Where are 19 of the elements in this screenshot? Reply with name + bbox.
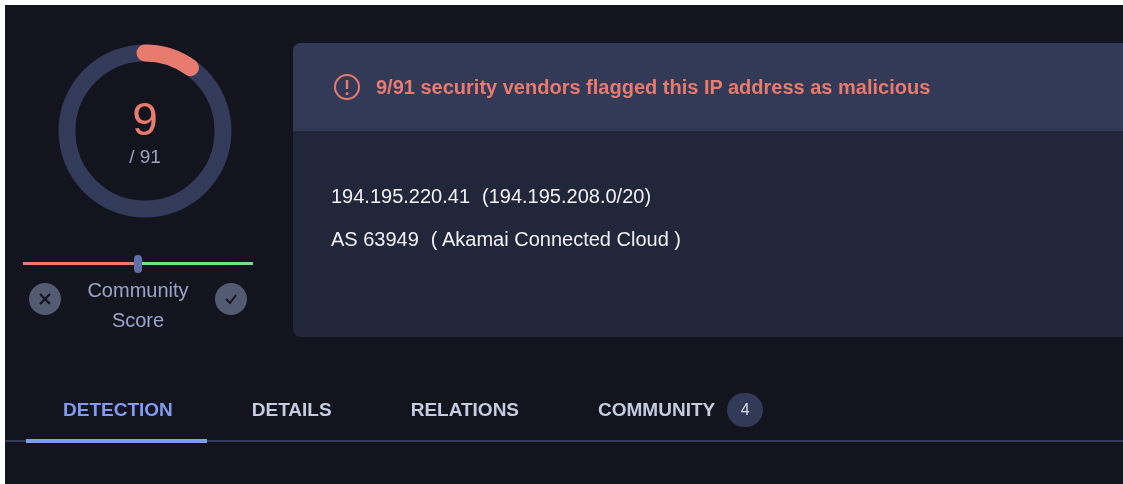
vendor-total: / 91 [129, 146, 161, 168]
alert-message: 9/91 security vendors flagged this IP address as malicious [376, 75, 931, 99]
count-badge: 4 [727, 393, 764, 427]
tab[interactable]: DETECTION [26, 391, 207, 443]
detail-note: (194.195.208.0/20) [482, 185, 652, 208]
warning-icon [333, 73, 361, 101]
checkmark-icon [224, 292, 238, 306]
detail-value: AS 63949 [331, 228, 419, 251]
upvote-button[interactable] [215, 283, 247, 315]
community-score-label: Community Score [86, 278, 190, 333]
tab[interactable]: COMMUNITY 4 [561, 391, 798, 443]
tab[interactable]: RELATIONS [373, 391, 554, 443]
downvote-button[interactable] [29, 283, 61, 315]
close-icon [38, 292, 52, 306]
detection-count: 9 [132, 94, 158, 144]
slider-thumb[interactable] [134, 255, 142, 273]
tab[interactable]: DETAILS [214, 391, 366, 443]
detail-value: 194.195.220.41 [331, 185, 471, 208]
detail-note: ( Akamai Connected Cloud ) [430, 228, 681, 251]
